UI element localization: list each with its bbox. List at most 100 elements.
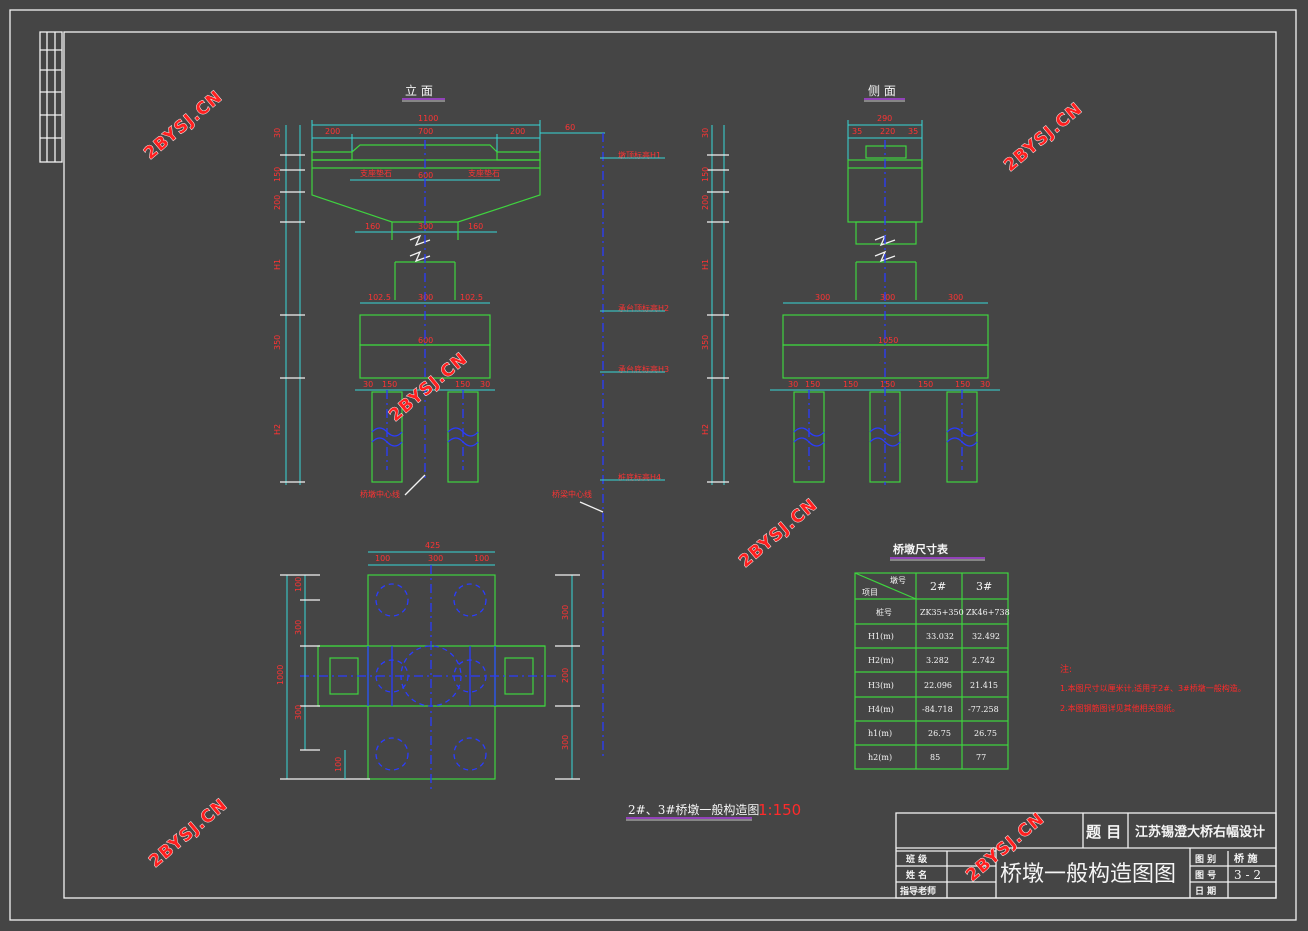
svg-text:150: 150	[701, 167, 710, 182]
svg-text:300: 300	[561, 735, 570, 750]
title-block-number: 3 - 2	[1234, 868, 1261, 882]
table-cell: 2.742	[972, 656, 995, 665]
svg-text:160: 160	[365, 222, 380, 231]
svg-text:支座垫石: 支座垫石	[468, 168, 500, 178]
table-row-label: H2(m)	[868, 656, 894, 665]
table-cell: 21.415	[970, 681, 998, 690]
notes-line-2: 2.本图钢筋图详见其他相关图纸。	[1060, 703, 1180, 713]
table-cell: 26.75	[928, 729, 951, 738]
notes-title: 注:	[1060, 663, 1072, 675]
title-block-project: 江苏锡澄大桥右幅设计	[1135, 824, 1265, 840]
side-title: 侧 面	[868, 84, 896, 98]
svg-text:100: 100	[474, 554, 489, 563]
table-row-label: h1(m)	[868, 729, 892, 738]
svg-text:700: 700	[418, 127, 433, 136]
svg-text:300: 300	[294, 705, 303, 720]
svg-text:200: 200	[273, 195, 282, 210]
outer-frame	[9, 9, 1297, 921]
svg-text:H1: H1	[701, 259, 710, 270]
svg-text:60: 60	[565, 123, 575, 132]
svg-text:150: 150	[382, 380, 397, 389]
svg-text:102.5: 102.5	[460, 293, 483, 302]
binding-strip	[39, 31, 63, 163]
svg-text:425: 425	[425, 541, 440, 550]
svg-text:150: 150	[843, 380, 858, 389]
svg-text:1100: 1100	[418, 114, 438, 123]
svg-text:35: 35	[908, 127, 918, 136]
elevation-title: 立 面	[405, 83, 433, 98]
table-cell: 85	[930, 753, 940, 762]
title-block-class-label: 班 级	[906, 853, 928, 865]
svg-text:300: 300	[428, 554, 443, 563]
svg-text:150: 150	[273, 167, 282, 182]
svg-text:102.5: 102.5	[368, 293, 391, 302]
svg-text:桥梁中心线: 桥梁中心线	[552, 489, 592, 499]
table-cell: 77	[976, 753, 986, 762]
svg-text:300: 300	[880, 293, 895, 302]
svg-text:35: 35	[852, 127, 862, 136]
table-row-label: H3(m)	[868, 681, 894, 690]
table-cell: -84.718	[922, 705, 953, 714]
svg-text:200: 200	[325, 127, 340, 136]
svg-text:220: 220	[880, 127, 895, 136]
table-cell: ZK46+738	[966, 608, 1010, 617]
svg-text:150: 150	[955, 380, 970, 389]
notes: 注: 1.本图尺寸以厘米计,适用于2#、3#桥墩一般构造。 2.本图钢筋图详见其…	[1060, 663, 1246, 713]
svg-text:30: 30	[480, 380, 490, 389]
title-block-drawing-name: 桥墩一般构造图图	[1000, 862, 1176, 887]
title-block-name-label: 姓 名	[905, 869, 927, 881]
svg-text:1000: 1000	[276, 665, 285, 685]
table-cell: ZK35+350	[920, 608, 964, 617]
table-cell: -77.258	[968, 705, 999, 714]
table-col-pier2: 2#	[930, 580, 946, 593]
watermark: 2BYSJ.CN	[145, 795, 231, 872]
svg-text:150: 150	[880, 380, 895, 389]
watermark: 2BYSJ.CN	[140, 87, 226, 164]
drawing-caption: 2#、3#桥墩一般构造图 1:150	[626, 801, 801, 821]
drawing-canvas: 立 面 1100 200 700 200 60 600 支座垫石 支座垫石 16…	[9, 9, 1297, 921]
svg-text:100: 100	[294, 577, 303, 592]
table-header-pier: 墩号	[890, 575, 906, 585]
title-block-category-label: 图 别	[1195, 853, 1216, 865]
svg-text:30: 30	[363, 380, 373, 389]
svg-text:300: 300	[815, 293, 830, 302]
caption-text: 2#、3#桥墩一般构造图	[628, 802, 759, 817]
svg-text:30: 30	[788, 380, 798, 389]
svg-text:100: 100	[334, 757, 343, 772]
inner-frame	[63, 31, 1277, 899]
pier-dimension-table: 桥墩尺寸表 墩号 项目 2# 3# 桩号 ZK35+350 ZK46+738 H…	[854, 542, 1010, 770]
svg-text:150: 150	[455, 380, 470, 389]
svg-text:300: 300	[294, 620, 303, 635]
table-row-label: H1(m)	[868, 632, 894, 641]
svg-text:160: 160	[468, 222, 483, 231]
notes-line-1: 1.本图尺寸以厘米计,适用于2#、3#桥墩一般构造。	[1060, 683, 1246, 693]
table-cell: 32.492	[972, 632, 1000, 641]
svg-text:200: 200	[701, 195, 710, 210]
svg-text:30: 30	[980, 380, 990, 389]
title-block-advisor-label: 指导老师	[900, 885, 936, 897]
svg-text:150: 150	[805, 380, 820, 389]
svg-text:H2: H2	[273, 424, 282, 435]
svg-text:150: 150	[918, 380, 933, 389]
svg-text:200: 200	[510, 127, 525, 136]
table-header-item: 项目	[862, 588, 878, 597]
svg-text:H2: H2	[701, 424, 710, 435]
svg-text:300: 300	[561, 605, 570, 620]
title-block: 题 目 江苏锡澄大桥右幅设计 班 级 姓 名 指导老师 桥墩一般构造图图 图 别…	[895, 812, 1277, 899]
table-cell: 22.096	[924, 681, 952, 690]
plan-view: 425 100 300 100 1000 100 300 300 100 300…	[276, 541, 580, 790]
table-title: 桥墩尺寸表	[893, 542, 949, 556]
svg-text:1050: 1050	[878, 336, 898, 345]
table-row-label: h2(m)	[868, 753, 892, 762]
title-block-date-label: 日 期	[1195, 885, 1216, 897]
title-block-number-label: 图 号	[1195, 870, 1216, 881]
watermark: 2BYSJ.CN	[735, 495, 821, 572]
table-col-pier3: 3#	[976, 580, 992, 593]
svg-text:290: 290	[877, 114, 892, 123]
svg-text:200: 200	[561, 668, 570, 683]
svg-text:30: 30	[701, 128, 710, 138]
table-row-label: H4(m)	[868, 705, 894, 714]
table-cell: 33.032	[926, 632, 954, 641]
svg-text:H1: H1	[273, 259, 282, 270]
svg-text:100: 100	[375, 554, 390, 563]
